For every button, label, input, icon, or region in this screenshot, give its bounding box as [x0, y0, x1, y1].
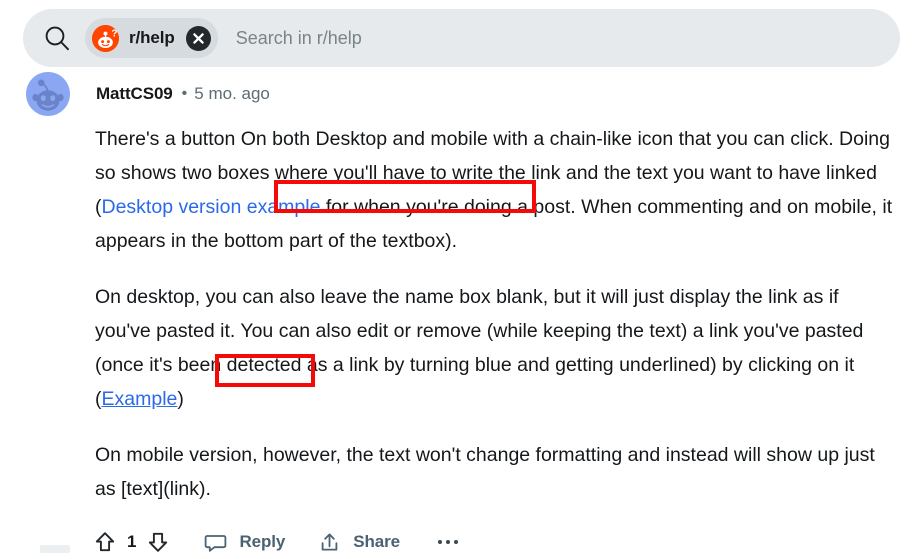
vote-count: 1 [127, 532, 137, 551]
example-link[interactable]: Example [102, 388, 178, 410]
comment-paragraph-1: There's a button On both Desktop and mob… [95, 122, 899, 258]
paragraph-text: There's a button On both Desktop and mob… [95, 128, 890, 184]
svg-text:?: ? [111, 28, 117, 39]
share-button[interactable]: Share [317, 530, 400, 555]
paragraph-text: On mobile version, however, the text won… [95, 444, 875, 500]
subreddit-filter-chip[interactable]: ? r/help [85, 18, 218, 58]
more-horizontal-icon[interactable] [438, 540, 459, 544]
desktop-version-example-link[interactable]: Desktop version example [102, 196, 321, 218]
comment: MattCS09 • 5 mo. ago There's a button On… [0, 72, 923, 559]
comment-timestamp: 5 mo. ago [194, 84, 270, 103]
downvote-arrow-icon[interactable] [145, 529, 171, 555]
comment-action-bar: 1 Reply Share [0, 525, 923, 559]
next-content-peek [40, 545, 70, 553]
comment-body: There's a button On both Desktop and mob… [0, 116, 923, 506]
comment-paragraph-3: On mobile version, however, the text won… [95, 438, 899, 506]
paren-close: ) [177, 388, 184, 410]
vote-group: 1 [92, 529, 171, 555]
share-arrow-icon [321, 533, 338, 550]
paragraph-text: On desktop, you can also leave the name … [95, 286, 864, 376]
search-icon[interactable] [43, 24, 71, 52]
comment-header: MattCS09 • 5 mo. ago [0, 72, 923, 116]
search-bar[interactable]: ? r/help Search in r/help [23, 9, 900, 67]
close-icon[interactable] [185, 25, 211, 51]
share-label: Share [353, 532, 401, 551]
comment-author[interactable]: MattCS09 [96, 84, 173, 104]
reply-label: Reply [239, 532, 286, 551]
dot [446, 540, 451, 544]
reddit-help-snoo-icon: ? [92, 24, 119, 52]
subreddit-chip-label: r/help [129, 28, 175, 47]
user-avatar-snoo-icon[interactable] [26, 72, 70, 116]
comment-paragraph-2: On desktop, you can also leave the name … [95, 280, 899, 416]
upvote-arrow-icon[interactable] [92, 529, 118, 555]
search-input[interactable]: Search in r/help [236, 28, 362, 49]
dot [454, 540, 459, 544]
reply-button[interactable]: Reply [203, 530, 285, 555]
dot [438, 540, 443, 544]
meta-separator: • [181, 85, 188, 102]
comment-bubble-icon [205, 534, 227, 552]
